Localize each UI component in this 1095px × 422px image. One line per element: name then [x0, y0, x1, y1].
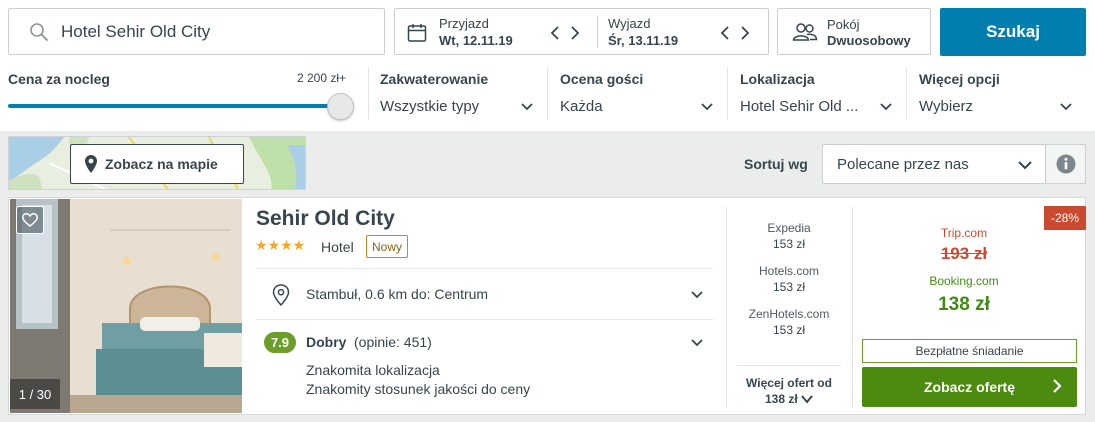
- more-filter-title: Więcej opcji: [919, 71, 1000, 87]
- checkin-value[interactable]: Wt, 12.11.19: [439, 33, 513, 48]
- offer-provider[interactable]: ZenHotels.com: [737, 307, 841, 321]
- offers-divider: [737, 365, 841, 366]
- chevron-down-icon: [801, 395, 813, 404]
- offer-provider[interactable]: Hotels.com: [737, 264, 841, 278]
- location-pin-icon: [272, 284, 290, 306]
- search-button[interactable]: Szukaj: [940, 8, 1086, 56]
- sort-label: Sortuj wg: [744, 156, 808, 172]
- accommodation-filter-value[interactable]: Wszystkie typy: [380, 98, 479, 115]
- chevron-right-icon: [1053, 379, 1062, 393]
- more-offers-link[interactable]: Więcej ofert od 138 zł: [737, 375, 841, 407]
- hotel-name[interactable]: Sehir Old City: [256, 207, 395, 231]
- card-divider: [256, 268, 713, 269]
- search-icon: [30, 23, 48, 41]
- date-picker[interactable]: Przyjazd Wt, 12.11.19 Wyjazd Śr, 13.11.1…: [394, 8, 769, 55]
- info-button[interactable]: [1045, 144, 1086, 184]
- price-max-value: 2 200 zł+: [297, 71, 347, 85]
- search-query: Hotel Sehir Old City: [61, 22, 211, 41]
- rating-filter-title: Ocena gości: [560, 71, 644, 87]
- hotel-type: Hotel: [321, 239, 354, 255]
- free-breakfast-badge: Bezpłatne śniadanie: [862, 339, 1077, 363]
- price-filter-title: Cena za nocleg: [8, 71, 110, 87]
- info-icon: [1056, 154, 1076, 174]
- checkin-stepper-icon[interactable]: [550, 25, 594, 41]
- best-offer-price[interactable]: 138 zł: [862, 294, 1066, 316]
- more-offers-price: 138 zł: [764, 392, 798, 406]
- original-price-site: Trip.com: [940, 226, 988, 240]
- checkout-label: Wyjazd: [608, 16, 651, 31]
- more-offers-label: Więcej ofert od: [746, 376, 832, 390]
- guests-icon: [792, 23, 818, 41]
- filter-divider: [727, 68, 728, 120]
- show-on-map-button[interactable]: Zobacz na mapie: [70, 144, 244, 184]
- offer-price[interactable]: 153 zł: [737, 280, 841, 294]
- checkin-label: Przyjazd: [439, 16, 489, 31]
- more-offers-price-row: 138 zł: [737, 391, 841, 407]
- chevron-down-icon[interactable]: [700, 100, 714, 114]
- view-deal-label: Zobacz ofertę: [923, 379, 1015, 395]
- offer-price[interactable]: 153 zł: [737, 323, 841, 337]
- checkout-stepper-icon[interactable]: [720, 25, 764, 41]
- highlight-item: Znakomity stosunek jakości do ceny: [306, 381, 531, 397]
- star-rating-icon: ★★★★: [255, 237, 306, 253]
- offer-provider[interactable]: Expedia: [737, 221, 841, 235]
- map-pin-icon: [85, 155, 97, 173]
- hotel-location: Stambuł, 0.6 km do: Centrum: [306, 286, 489, 302]
- more-filter-value[interactable]: Wybierz: [919, 98, 973, 115]
- rating-count: (opinie: 451): [354, 334, 432, 350]
- room-value: Dwuosobowy: [827, 33, 911, 48]
- chevron-down-icon[interactable]: [520, 100, 534, 114]
- date-divider: [597, 16, 598, 48]
- sort-select[interactable]: Polecane przez nas: [822, 144, 1046, 184]
- room-selector[interactable]: Pokój Dwuosobowy: [777, 8, 931, 55]
- search-input[interactable]: Hotel Sehir Old City: [8, 8, 385, 55]
- column-divider: [726, 207, 727, 407]
- favorite-heart-button[interactable]: [16, 206, 44, 234]
- view-deal-button[interactable]: Zobacz ofertę: [862, 367, 1077, 407]
- new-badge: Nowy: [366, 235, 409, 258]
- chevron-down-icon[interactable]: [1059, 100, 1073, 114]
- highlight-item: Znakomita lokalizacja: [306, 362, 440, 378]
- chevron-down-icon[interactable]: [690, 288, 704, 302]
- column-divider: [852, 207, 853, 407]
- price-slider-track[interactable]: [8, 104, 340, 108]
- card-divider: [256, 319, 713, 320]
- heart-icon: [22, 213, 38, 227]
- photo-counter: 1 / 30: [10, 379, 60, 409]
- offer-price[interactable]: 153 zł: [737, 237, 841, 251]
- filter-divider: [547, 68, 548, 120]
- best-offer-site[interactable]: Booking.com: [862, 274, 1066, 288]
- show-on-map-label: Zobacz na mapie: [105, 156, 218, 172]
- chevron-down-icon[interactable]: [879, 100, 893, 114]
- location-filter-title: Lokalizacja: [740, 71, 815, 87]
- room-label: Pokój: [827, 17, 860, 32]
- accommodation-filter-title: Zakwaterowanie: [380, 71, 489, 87]
- price-slider-handle[interactable]: [327, 93, 354, 120]
- chevron-down-icon[interactable]: [690, 336, 704, 350]
- chevron-down-icon: [1018, 161, 1032, 170]
- location-filter-value[interactable]: Hotel Sehir Old ...: [740, 98, 858, 115]
- checkout-value[interactable]: Śr, 13.11.19: [608, 33, 678, 48]
- rating-word: Dobry: [306, 334, 347, 350]
- filter-divider: [906, 68, 907, 120]
- original-price: 193 zł: [940, 244, 988, 263]
- calendar-icon: [407, 24, 427, 42]
- rating-filter-value[interactable]: Każda: [560, 98, 603, 115]
- filter-divider: [368, 68, 369, 120]
- sort-value: Polecane przez nas: [837, 156, 969, 173]
- rating-score-badge: 7.9: [264, 332, 296, 353]
